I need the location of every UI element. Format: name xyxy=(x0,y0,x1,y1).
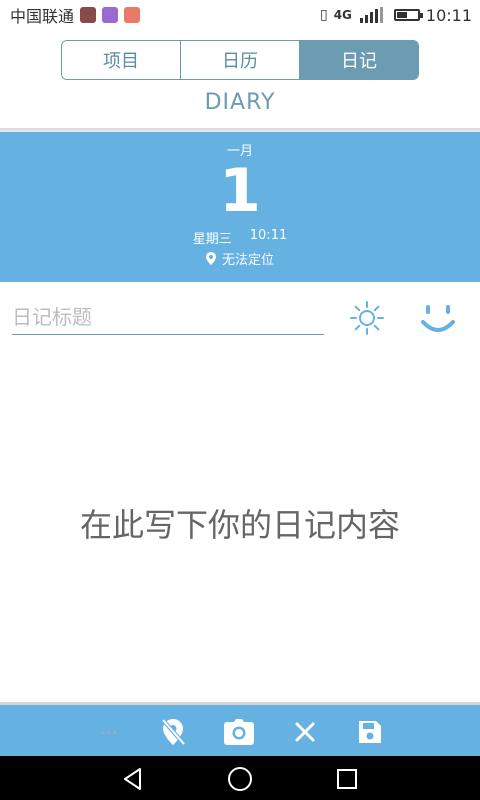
main-tabs: 项目 日历 日记 xyxy=(61,40,419,80)
more-button[interactable]: ··· xyxy=(92,715,126,749)
nav-back-button[interactable] xyxy=(118,764,148,794)
tab-projects[interactable]: 项目 xyxy=(62,41,180,79)
battery-icon xyxy=(393,9,423,21)
date-panel: 一月 1 星期三 10:11 无法定位 xyxy=(0,132,480,282)
location-off-icon xyxy=(161,718,186,746)
status-bar: 中国联通 ▯ 4G 10:11 xyxy=(0,0,480,30)
bottom-toolbar: ··· xyxy=(0,702,480,756)
weather-button[interactable] xyxy=(349,300,385,336)
recent-square-icon xyxy=(337,769,357,789)
diary-content-input[interactable] xyxy=(0,350,480,702)
camera-icon xyxy=(224,719,254,745)
location-row[interactable]: 无法定位 xyxy=(0,249,480,268)
page-title: DIARY xyxy=(204,90,276,115)
network-type-label: 4G xyxy=(333,8,352,22)
location-pin-icon xyxy=(205,252,216,265)
notification-app-icon xyxy=(80,7,97,23)
diary-title-input[interactable] xyxy=(12,300,324,335)
save-button[interactable] xyxy=(353,715,387,749)
camera-button[interactable] xyxy=(222,715,256,749)
clock-label: 10:11 xyxy=(425,5,472,25)
weekday-time-row: 星期三 10:11 xyxy=(0,228,480,247)
tab-calendar[interactable]: 日历 xyxy=(180,41,299,79)
location-label: 无法定位 xyxy=(221,253,274,268)
notification-gallery-icon xyxy=(102,7,119,23)
day-number: 1 xyxy=(219,156,261,226)
home-circle-icon xyxy=(228,767,252,791)
delete-button[interactable] xyxy=(288,715,322,749)
vibrate-icon: ▯ xyxy=(319,7,328,23)
nav-home-button[interactable] xyxy=(225,764,255,794)
status-bar-right: ▯ 4G 10:11 xyxy=(320,6,472,25)
status-bar-left: 中国联通 xyxy=(10,3,141,27)
diary-content-area xyxy=(0,350,480,702)
tab-diary[interactable]: 日记 xyxy=(299,41,418,79)
carrier-label: 中国联通 xyxy=(10,7,75,26)
weekday-label: 星期三 xyxy=(192,232,232,247)
mood-button[interactable] xyxy=(418,298,458,338)
signal-icon xyxy=(359,7,383,23)
time-label: 10:11 xyxy=(249,228,288,243)
notification-camera-icon xyxy=(124,7,141,23)
sun-icon xyxy=(350,301,384,335)
system-nav-bar xyxy=(0,756,480,800)
location-toggle-button[interactable] xyxy=(156,715,190,749)
close-icon xyxy=(295,722,315,742)
entry-title-row xyxy=(0,290,480,346)
back-triangle-icon xyxy=(124,768,141,790)
smile-icon xyxy=(421,305,455,332)
save-icon xyxy=(359,721,381,743)
nav-recent-button[interactable] xyxy=(332,764,362,794)
